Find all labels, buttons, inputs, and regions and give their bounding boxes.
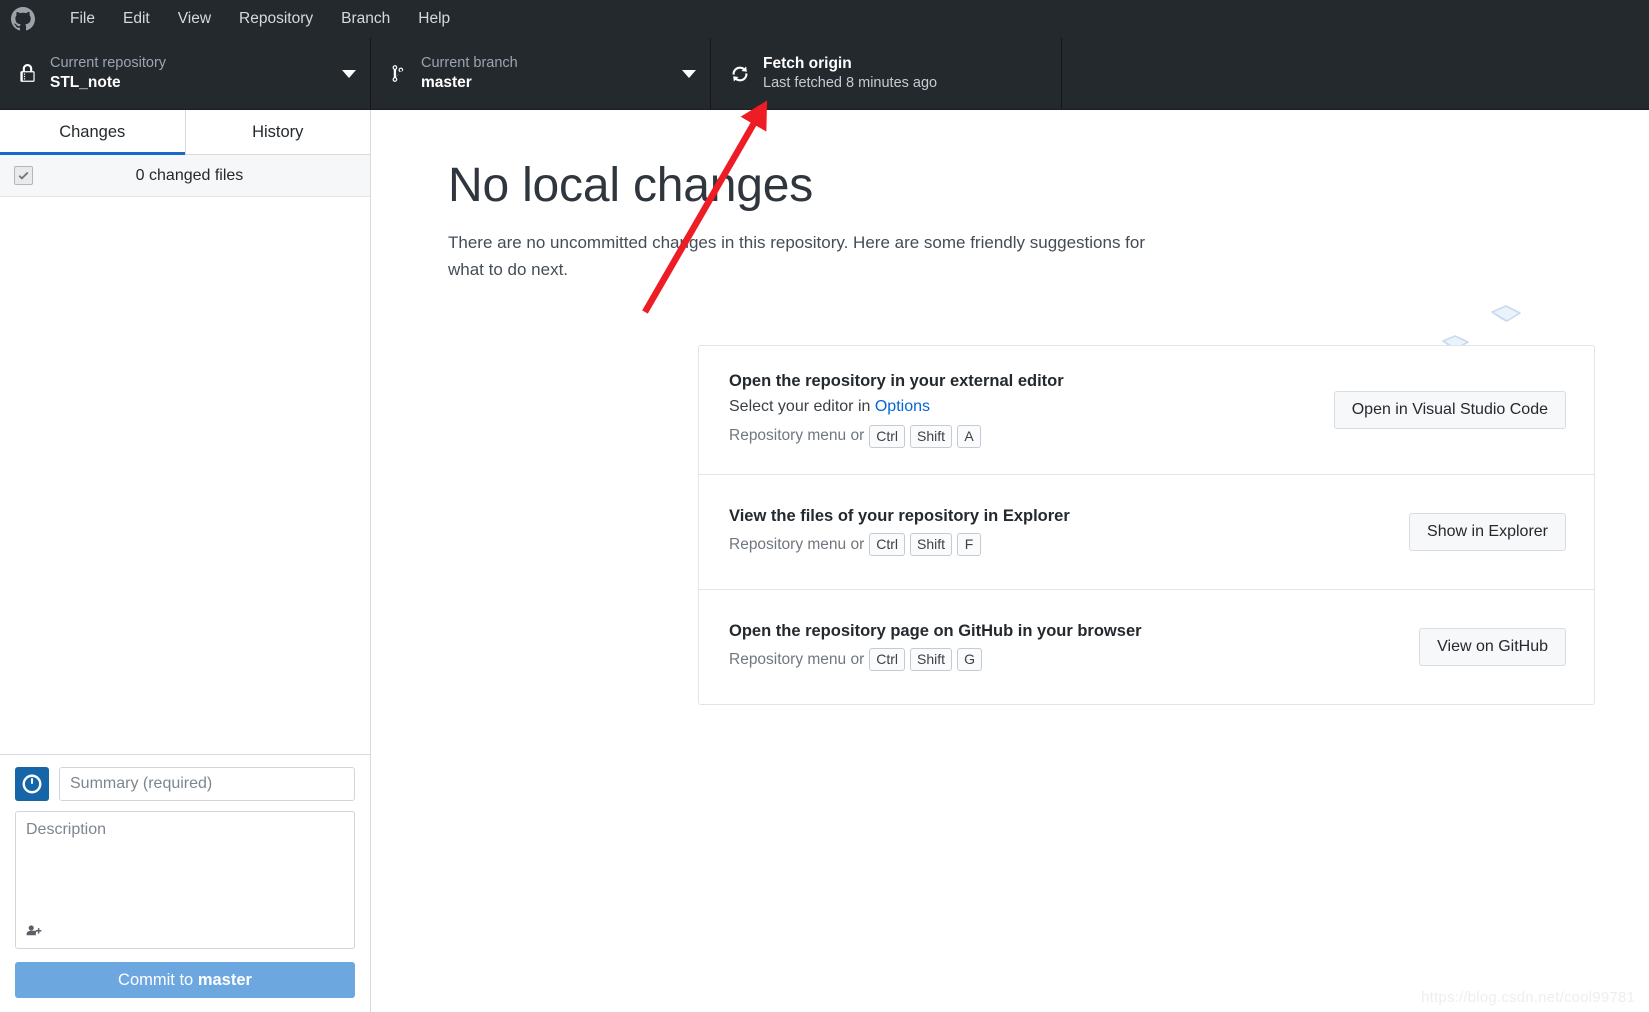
current-repository-button[interactable]: Current repository STL_note [0, 38, 371, 109]
options-link[interactable]: Options [875, 398, 930, 415]
page-subtitle: There are no uncommitted changes in this… [448, 233, 1146, 280]
checkmark-icon [18, 171, 29, 180]
fetch-origin-title: Fetch origin [763, 54, 852, 72]
sidebar: Changes History 0 changed files Summary … [0, 110, 371, 1012]
key-g: G [957, 648, 982, 672]
menu-bar: File Edit View Repository Branch Help [0, 0, 1649, 38]
menu-item-help[interactable]: Help [404, 6, 464, 32]
fetch-origin-button[interactable]: Fetch origin Last fetched 8 minutes ago [711, 38, 1062, 109]
key-ctrl: Ctrl [869, 533, 906, 557]
key-a: A [957, 425, 982, 448]
current-repository-label: Current repository [50, 54, 167, 71]
chevron-down-icon [342, 69, 356, 78]
menu-item-branch[interactable]: Branch [327, 6, 404, 32]
toolbar: Current repository STL_note Current bran… [0, 38, 1649, 110]
suggestions-card: Open the repository in your external edi… [698, 345, 1595, 705]
changed-file-list [0, 197, 370, 754]
current-branch-value: master [421, 73, 472, 91]
sync-icon [727, 64, 753, 84]
suggestion-row-github: Open the repository page on GitHub in yo… [699, 588, 1594, 704]
current-repository-value: STL_note [50, 73, 121, 91]
git-branch-icon [385, 64, 411, 83]
suggestion-row-explorer: View the files of your repository in Exp… [699, 473, 1594, 589]
current-branch-button[interactable]: Current branch master [371, 38, 711, 109]
menu-item-edit[interactable]: Edit [109, 6, 164, 32]
commit-description-input[interactable] [16, 812, 354, 918]
key-shift: Shift [910, 648, 953, 672]
changed-files-bar: 0 changed files [0, 155, 370, 197]
suggestion-shortcut: Repository menu or Ctrl Shift G [729, 648, 1397, 672]
suggestion-title: Open the repository in your external edi… [729, 372, 1064, 390]
page-title: No local changes [448, 159, 814, 212]
menu-item-repository[interactable]: Repository [225, 6, 327, 32]
shortcut-prefix: Repository menu or [729, 427, 865, 445]
chevron-down-icon [682, 69, 696, 78]
suggestion-title: View the files of your repository in Exp… [729, 507, 1070, 526]
shortcut-prefix: Repository menu or [729, 650, 865, 668]
commit-button-prefix: Commit to [118, 970, 198, 989]
toolbar-empty-area [1062, 38, 1649, 109]
tab-history[interactable]: History [184, 110, 370, 154]
commit-panel: Commit to master [0, 754, 370, 1012]
key-ctrl: Ctrl [869, 648, 906, 672]
add-person-icon[interactable] [25, 923, 44, 943]
lock-icon [14, 64, 40, 83]
key-ctrl: Ctrl [869, 425, 906, 448]
select-all-checkbox[interactable] [14, 166, 33, 185]
commit-to-branch-button[interactable]: Commit to master [15, 962, 355, 998]
commit-description-box [15, 811, 355, 949]
github-mark-icon[interactable] [10, 6, 36, 32]
suggestion-text: Open the repository in your external edi… [729, 372, 1312, 448]
blank-slate: No local changes There are no uncommitte… [371, 110, 1464, 283]
suggestion-row-external-editor: Open the repository in your external edi… [699, 346, 1594, 474]
suggestion-title: Open the repository page on GitHub in yo… [729, 622, 1142, 641]
show-in-explorer-button[interactable]: Show in Explorer [1409, 512, 1566, 551]
commit-button-branch: master [197, 970, 252, 989]
suggestion-subtitle-text: Select your editor in [729, 398, 875, 415]
suggestion-shortcut: Repository menu or Ctrl Shift F [729, 533, 1387, 557]
key-shift: Shift [910, 533, 953, 557]
current-branch-label: Current branch [421, 54, 518, 71]
commit-description-footer [16, 918, 354, 948]
default-avatar-icon [15, 767, 49, 801]
key-shift: Shift [910, 425, 953, 448]
commit-summary-row [15, 767, 355, 801]
commit-summary-input[interactable] [59, 767, 355, 801]
suggestion-text: View the files of your repository in Exp… [729, 507, 1387, 557]
shortcut-prefix: Repository menu or [729, 535, 865, 553]
key-f: F [957, 533, 982, 557]
watermark-text: https://blog.csdn.net/cool99781 [1421, 989, 1635, 1006]
fetch-origin-subtitle: Last fetched 8 minutes ago [763, 75, 938, 92]
suggestion-subtitle: Select your editor in Options [729, 398, 1312, 416]
suggestion-shortcut: Repository menu or Ctrl Shift A [729, 425, 1312, 448]
suggestion-text: Open the repository page on GitHub in yo… [729, 622, 1397, 672]
menu-item-view[interactable]: View [164, 6, 225, 32]
open-in-visual-studio-code-button[interactable]: Open in Visual Studio Code [1333, 390, 1566, 429]
menu-item-file[interactable]: File [56, 6, 109, 32]
changed-files-label: 0 changed files [135, 166, 244, 184]
view-on-github-button[interactable]: View on GitHub [1419, 627, 1566, 666]
sidebar-tabbar: Changes History [0, 110, 370, 155]
tab-changes[interactable]: Changes [0, 110, 185, 155]
